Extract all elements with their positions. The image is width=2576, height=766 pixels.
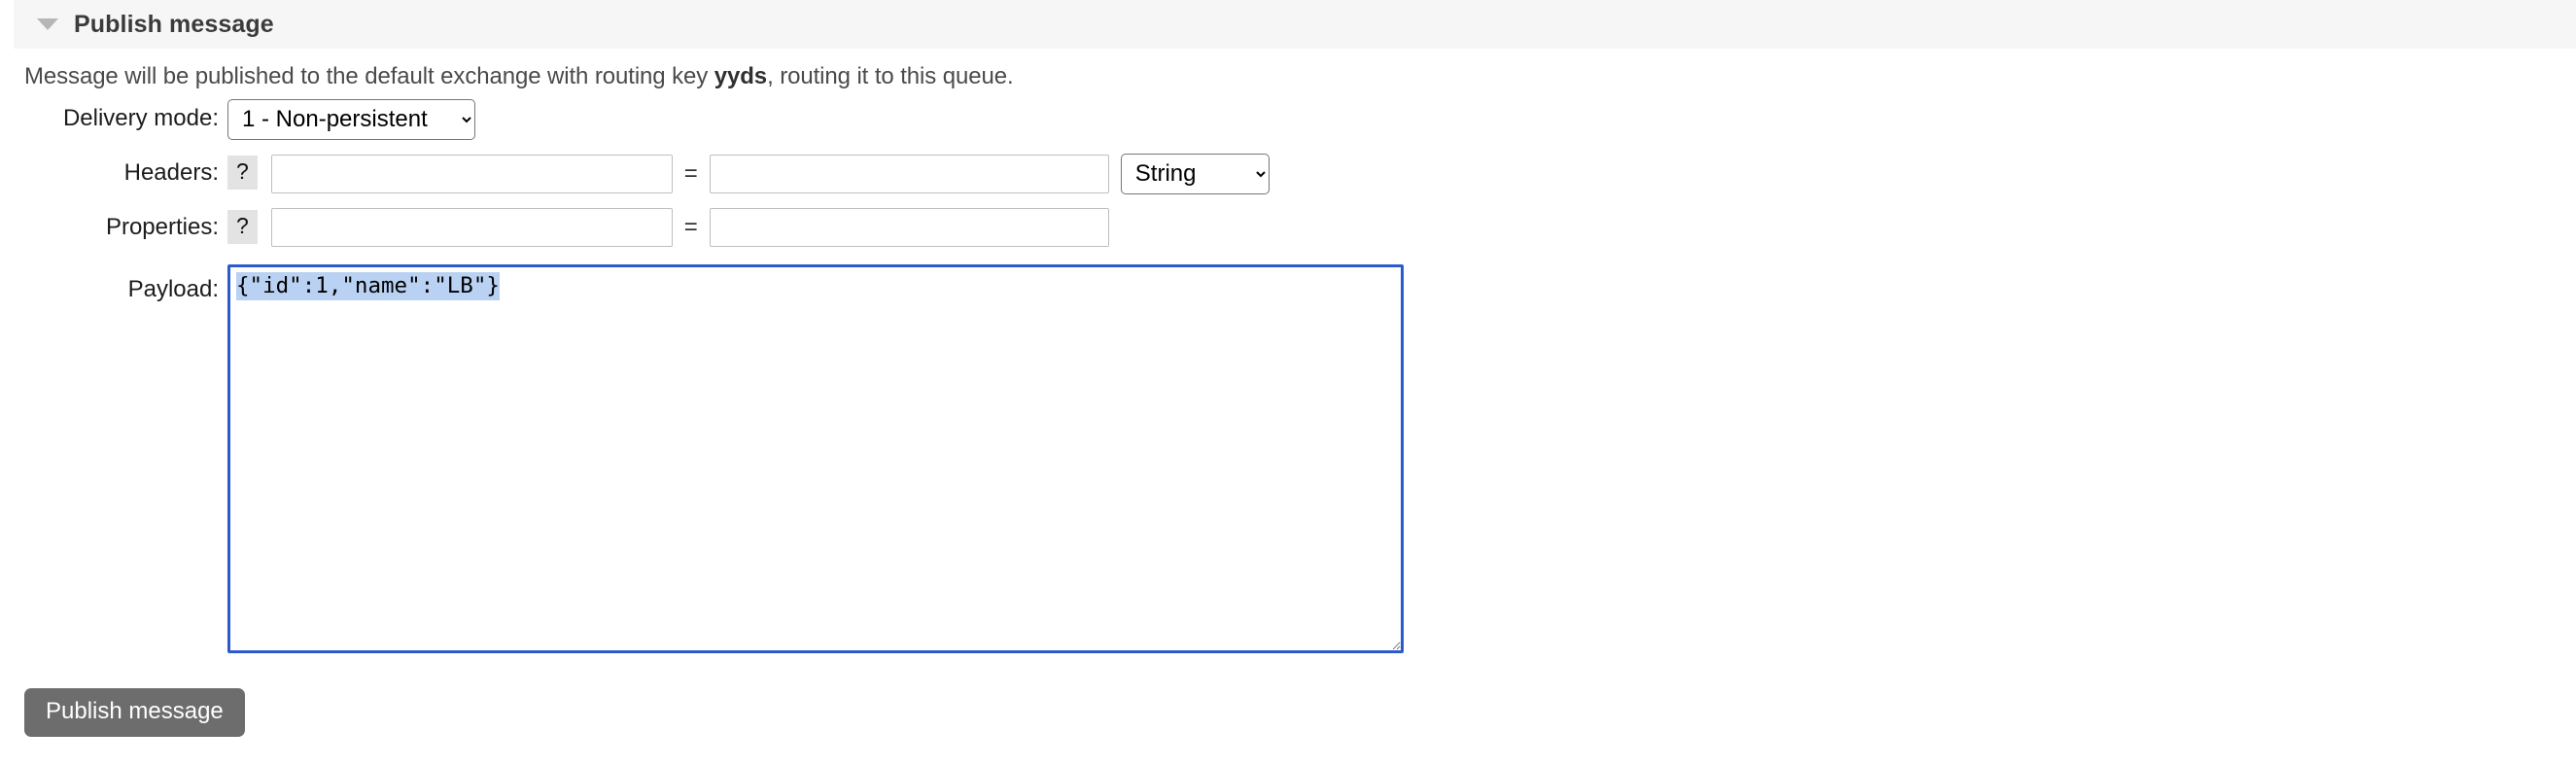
publish-description: Message will be published to the default… xyxy=(24,63,1014,90)
publish-message-page: Publish message Message will be publishe… xyxy=(0,0,2576,766)
delivery-mode-control: 1 - Non-persistent 2 - Persistent xyxy=(227,99,475,140)
properties-control: = xyxy=(271,208,1109,247)
row-properties: Properties: ? = xyxy=(0,208,2576,264)
headers-value-input[interactable] xyxy=(710,155,1109,193)
headers-key-input[interactable] xyxy=(271,155,673,193)
row-headers: Headers: ? = String Number Boolean List … xyxy=(0,154,2576,208)
headers-control: = String Number Boolean List Argument xyxy=(271,154,1270,194)
properties-key-input[interactable] xyxy=(271,208,673,247)
properties-label: Properties: xyxy=(0,208,219,241)
routing-key-value: yyds xyxy=(714,63,767,89)
payload-label: Payload: xyxy=(0,264,219,303)
delivery-mode-label: Delivery mode: xyxy=(0,99,219,132)
headers-type-select[interactable]: String Number Boolean List Argument xyxy=(1121,154,1270,194)
headers-label: Headers: xyxy=(0,154,219,187)
triangle-down-icon[interactable] xyxy=(37,18,58,30)
publish-message-button[interactable]: Publish message xyxy=(24,688,245,737)
properties-help-icon[interactable]: ? xyxy=(227,210,258,244)
headers-equals-sign: = xyxy=(679,160,703,188)
row-payload: Payload: {"id":1,"name":"LB"} xyxy=(0,264,2576,658)
publish-message-form: Delivery mode: 1 - Non-persistent 2 - Pe… xyxy=(0,99,2576,658)
row-delivery-mode: Delivery mode: 1 - Non-persistent 2 - Pe… xyxy=(0,99,2576,154)
properties-value-input[interactable] xyxy=(710,208,1109,247)
description-prefix: Message will be published to the default… xyxy=(24,63,714,89)
delivery-mode-select[interactable]: 1 - Non-persistent 2 - Persistent xyxy=(227,99,475,140)
payload-textarea[interactable]: {"id":1,"name":"LB"} xyxy=(227,264,1404,653)
page-title: Publish message xyxy=(74,11,274,39)
properties-equals-sign: = xyxy=(679,214,703,241)
payload-control: {"id":1,"name":"LB"} xyxy=(227,264,1404,658)
headers-help-icon[interactable]: ? xyxy=(227,156,258,190)
publish-message-section-header[interactable]: Publish message xyxy=(14,0,2576,49)
description-suffix: , routing it to this queue. xyxy=(767,63,1013,89)
